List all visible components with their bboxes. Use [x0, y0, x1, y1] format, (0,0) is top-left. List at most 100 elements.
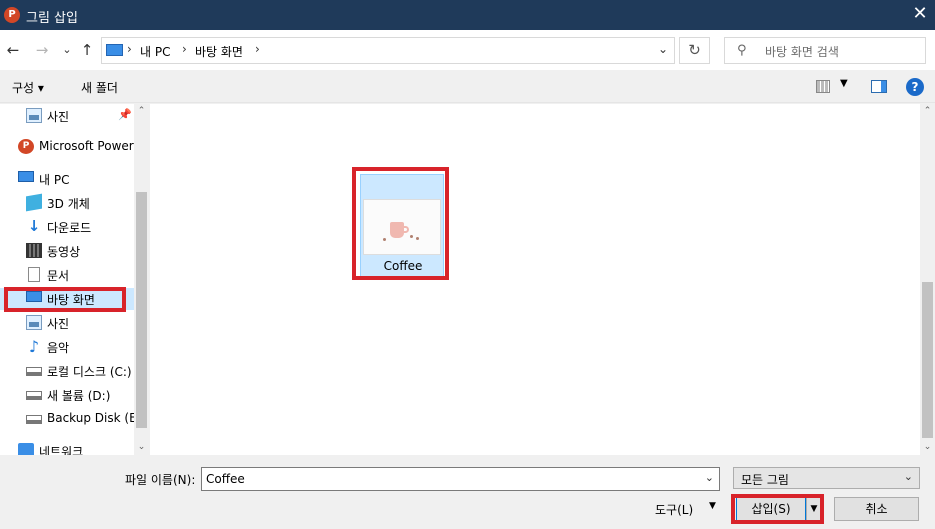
scrollbar-thumb[interactable] — [136, 192, 147, 428]
sidebar-item-label: 음악 — [47, 341, 70, 355]
sidebar-item-label: 네트워크 — [39, 445, 84, 455]
file-type-value: 모든 그림 — [741, 473, 789, 487]
music-icon: ♪ — [28, 337, 40, 356]
tools-button[interactable]: 도구(L) — [655, 501, 693, 518]
sidebar-scrollbar[interactable]: ⌃ ⌄ — [134, 104, 149, 455]
sidebar-item-label: 다운로드 — [47, 221, 92, 235]
recent-locations-icon[interactable]: ⌄ — [58, 40, 76, 60]
refresh-icon[interactable]: ↻ — [679, 37, 710, 64]
close-icon[interactable]: ✕ — [905, 0, 935, 30]
change-view-icon[interactable] — [816, 80, 830, 93]
chevron-right-icon: › — [255, 42, 260, 56]
file-item-coffee[interactable]: Coffee — [360, 174, 444, 278]
sidebar-item-network[interactable]: 네트워크 — [0, 440, 135, 455]
new-folder-button[interactable]: 새 폴더 — [81, 79, 118, 96]
sidebar-item-powerpoint[interactable]: P Microsoft PowerP — [0, 136, 141, 158]
bean-dot — [416, 237, 419, 240]
image-thumbnail — [363, 199, 441, 255]
desktop-icon — [26, 291, 42, 302]
photos-icon — [26, 315, 42, 330]
help-icon[interactable]: ? — [906, 78, 924, 96]
sidebar-item-music[interactable]: ♪ 음악 — [0, 336, 135, 358]
chevron-right-icon: › — [127, 42, 132, 56]
filename-label: 파일 이름(N): — [125, 473, 196, 487]
file-name: Coffee — [383, 259, 423, 273]
navigation-bar: ← → ⌄ ↑ › 내 PC › 바탕 화면 › ⌄ ↻ ⚲ 바탕 화면 검색 — [0, 30, 935, 70]
sidebar-item-label: 로컬 디스크 (C:) — [47, 365, 132, 379]
sidebar-item-drive-d[interactable]: 새 볼륨 (D:) — [0, 384, 135, 406]
title-bar: P 그림 삽입 ✕ — [0, 0, 935, 30]
sidebar-item-label: 바탕 화면 — [47, 293, 95, 307]
coffee-cup-icon — [390, 222, 404, 238]
sidebar-item-label: 3D 개체 — [47, 197, 90, 211]
downloads-icon: ↓ — [27, 217, 41, 235]
filename-field[interactable]: Coffee ⌄ — [201, 467, 720, 491]
back-arrow-icon[interactable]: ← — [4, 40, 22, 60]
main-scrollbar[interactable]: ⌃ ⌄ — [920, 104, 935, 455]
view-options-dropdown[interactable]: ▼ — [840, 78, 848, 89]
sidebar-item-downloads[interactable]: ↓ 다운로드 — [0, 216, 135, 238]
insert-options-dropdown[interactable]: ▼ — [806, 497, 822, 521]
breadcrumb-desktop[interactable]: 바탕 화면 — [195, 43, 243, 60]
address-bar[interactable]: › 내 PC › 바탕 화면 › ⌄ — [101, 37, 675, 64]
organize-button[interactable]: 구성 ▾ — [12, 79, 44, 96]
sidebar-item-label: 새 볼륨 (D:) — [47, 389, 111, 403]
chevron-down-icon[interactable]: ⌄ — [904, 470, 913, 483]
sidebar-item-photos-quick[interactable]: 사진 📌 — [0, 105, 135, 127]
sidebar-item-this-pc[interactable]: 내 PC — [0, 168, 135, 190]
scroll-up-icon[interactable]: ⌃ — [134, 104, 149, 118]
insert-button[interactable]: 삽입(S) — [736, 497, 806, 521]
pin-icon[interactable]: 📌 — [118, 108, 132, 121]
videos-icon — [26, 243, 42, 258]
3d-objects-icon — [26, 193, 42, 212]
cancel-button[interactable]: 취소 — [834, 497, 919, 521]
scroll-down-icon[interactable]: ⌄ — [920, 440, 935, 454]
network-icon — [18, 443, 34, 455]
scroll-down-icon[interactable]: ⌄ — [134, 440, 149, 454]
up-arrow-icon[interactable]: ↑ — [78, 40, 96, 60]
tools-dropdown-icon[interactable]: ▼ — [709, 501, 716, 511]
bean-dot — [410, 235, 413, 238]
navigation-pane[interactable]: 사진 📌 P Microsoft PowerP 내 PC 3D 개체 ↓ 다운로… — [0, 104, 149, 455]
search-icon: ⚲ — [737, 43, 747, 58]
sidebar-item-photos[interactable]: 사진 — [0, 312, 135, 334]
forward-arrow-icon[interactable]: → — [33, 40, 51, 60]
filename-value: Coffee — [206, 472, 245, 486]
command-bar: 구성 ▾ 새 폴더 ▼ ? — [0, 70, 935, 103]
drive-icon — [26, 391, 42, 400]
sidebar-item-3d-objects[interactable]: 3D 개체 — [0, 192, 135, 214]
sidebar-item-label: Microsoft PowerP — [39, 139, 141, 153]
drive-icon — [26, 415, 42, 424]
powerpoint-icon: P — [4, 7, 20, 23]
this-pc-icon — [18, 171, 34, 182]
sidebar-item-label: 내 PC — [39, 173, 70, 187]
sidebar-item-label: 동영상 — [47, 245, 81, 259]
sidebar-item-label: 사진 — [47, 317, 70, 331]
preview-pane-icon[interactable] — [871, 80, 887, 93]
this-pc-icon — [106, 44, 123, 56]
dialog-footer: 파일 이름(N): Coffee ⌄ 모든 그림 ⌄ 도구(L) ▼ 삽입(S)… — [0, 455, 935, 529]
file-list-view[interactable]: Coffee ⌃ ⌄ — [150, 104, 935, 455]
chevron-down-icon[interactable]: ⌄ — [658, 42, 668, 56]
chevron-right-icon: › — [182, 42, 187, 56]
sidebar-item-label: 문서 — [47, 269, 70, 283]
window-title: 그림 삽입 — [26, 11, 78, 26]
sidebar-item-label: 사진 — [47, 110, 70, 124]
scrollbar-thumb[interactable] — [922, 282, 933, 438]
breadcrumb-this-pc[interactable]: 내 PC — [140, 43, 170, 60]
chevron-down-icon[interactable]: ⌄ — [705, 471, 714, 484]
sidebar-item-drive-c[interactable]: 로컬 디스크 (C:) — [0, 360, 135, 382]
powerpoint-icon: P — [18, 139, 34, 154]
sidebar-item-label: Backup Disk (E:) — [47, 411, 146, 425]
sidebar-item-desktop[interactable]: 바탕 화면 — [0, 288, 135, 310]
bean-dot — [383, 238, 386, 241]
sidebar-item-documents[interactable]: 문서 — [0, 264, 135, 286]
sidebar-item-videos[interactable]: 동영상 — [0, 240, 135, 262]
scroll-up-icon[interactable]: ⌃ — [920, 104, 935, 118]
sidebar-item-drive-e[interactable]: Backup Disk (E:) — [0, 408, 145, 430]
search-input[interactable]: ⚲ 바탕 화면 검색 — [724, 37, 926, 64]
file-type-select[interactable]: 모든 그림 ⌄ — [733, 467, 920, 489]
documents-icon — [28, 267, 40, 282]
cup-handle — [403, 226, 409, 233]
photos-icon — [26, 108, 42, 123]
